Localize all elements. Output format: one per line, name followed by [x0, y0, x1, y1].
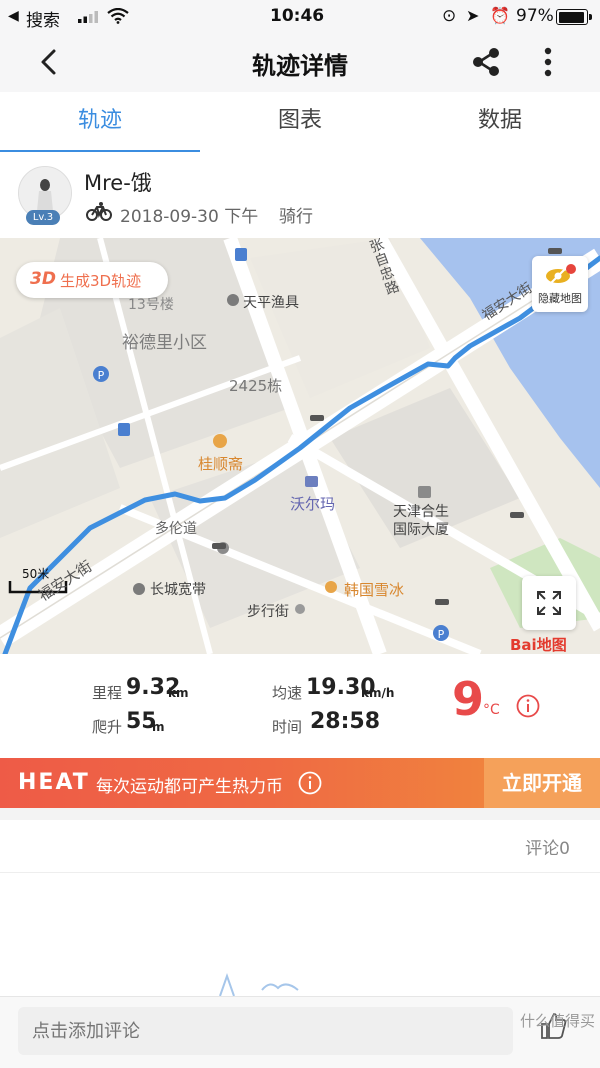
activity-meta: 2018-09-30 下午 骑行 [120, 202, 313, 227]
eye-hidden-icon [546, 264, 576, 285]
time-label: 时间 [272, 718, 303, 736]
map-label-district: 裕德里小区 [122, 333, 207, 353]
page-title: 轨迹详情 [252, 52, 348, 80]
alarm-icon: ⏰ [490, 6, 510, 25]
stats-panel: 里程 9.32 km 爬升 55 m 均速 19.30 km/h 时间 28:5… [0, 654, 600, 758]
distance-unit: km [168, 686, 189, 700]
expand-icon [537, 591, 561, 615]
climb-label: 爬升 [92, 718, 123, 736]
navigation-bar: 轨迹详情 [0, 34, 600, 92]
scale-label: 50米 [22, 567, 50, 581]
map-label-bldg: 2425栋 [229, 377, 283, 395]
tab-chart[interactable]: 图表 [200, 92, 400, 152]
share-icon[interactable] [470, 46, 502, 78]
user-name[interactable]: Mre-饿 [84, 167, 152, 197]
temperature-unit: °C [483, 702, 500, 718]
time-value: 28:58 [310, 709, 381, 734]
comment-bar [0, 996, 600, 1068]
generate-3d-label: 生成3D轨迹 [60, 272, 142, 290]
bicycle-icon [86, 202, 112, 221]
temperature-value: 9 [452, 672, 485, 726]
heat-banner[interactable]: HEAT 每次运动都可产生热力币 立即开通 [0, 758, 600, 808]
battery-percent: 97% [516, 6, 554, 26]
map-label-buxingjie: 步行街 [247, 604, 289, 620]
level-badge: Lv.3 [26, 210, 60, 225]
route-map[interactable]: P P 13号楼 裕德里小区 天平渔具 2425栋 桂顺斋 沃尔玛 天津合生 国… [0, 238, 600, 654]
svg-text:P: P [98, 369, 105, 382]
climb-unit: m [152, 720, 165, 734]
svg-text:P: P [438, 628, 445, 641]
comment-input[interactable] [18, 1007, 513, 1055]
hide-map-button[interactable]: 隐藏地图 [532, 256, 588, 312]
profile-header: Lv.3 Mre-饿 2018-09-30 下午 骑行 [0, 152, 600, 238]
3d-badge: 3D [30, 269, 56, 289]
map-label-hanguo: 韩国雪冰 [344, 581, 405, 599]
fullscreen-button[interactable] [522, 576, 576, 630]
wifi-icon [107, 8, 129, 24]
speed-unit: km/h [361, 686, 395, 700]
status-bar: ◀ 搜索 10:46 ⊙ ➤ ⏰ 97% [0, 0, 600, 34]
section-divider [0, 808, 600, 820]
comment-count[interactable]: 评论0 [525, 834, 570, 859]
map-label-changcheng: 长城宽带 [150, 582, 206, 598]
distance-label: 里程 [92, 684, 123, 702]
back-app-label[interactable]: 搜索 [26, 6, 60, 31]
cellular-signal-icon [78, 11, 98, 23]
loading-decoration-icon [219, 972, 299, 997]
more-vertical-icon[interactable] [538, 46, 558, 78]
heat-slogan: 每次运动都可产生热力币 [96, 777, 283, 797]
baidu-map-logo: Bai地图 [510, 636, 567, 654]
tab-track[interactable]: 轨迹 [0, 92, 200, 153]
tab-data[interactable]: 数据 [400, 92, 600, 152]
map-label-tianjin-2: 国际大厦 [393, 522, 449, 538]
clock: 10:46 [270, 6, 325, 26]
activity-type: 骑行 [279, 207, 314, 227]
generate-3d-track-button[interactable]: 3D 生成3D轨迹 [16, 262, 168, 298]
heat-logo: HEAT [18, 770, 90, 795]
map-label-guishunzhai: 桂顺斋 [198, 455, 244, 473]
speed-label: 均速 [272, 684, 303, 702]
info-icon[interactable] [516, 694, 540, 718]
map-label-walmart: 沃尔玛 [290, 495, 336, 513]
activate-now-button[interactable]: 立即开通 [484, 758, 600, 808]
map-label-tianping: 天平渔具 [243, 295, 299, 311]
comments-header: 评论0 [0, 820, 600, 873]
heat-info-icon[interactable] [298, 771, 322, 795]
rotation-lock-icon: ⊙ [442, 6, 457, 26]
map-label-tianjin-1: 天津合生 [393, 504, 449, 520]
battery-icon [556, 9, 592, 25]
map-label-duolun: 多伦道 [155, 521, 197, 537]
location-arrow-icon: ➤ [466, 6, 480, 25]
hide-map-label: 隐藏地图 [538, 292, 582, 305]
back-app-arrow-icon[interactable]: ◀ [8, 8, 19, 24]
watermark: 什么值得买 [520, 1012, 596, 1030]
tab-bar: 轨迹 图表 数据 [0, 92, 600, 153]
activity-date: 2018-09-30 下午 [120, 207, 259, 227]
